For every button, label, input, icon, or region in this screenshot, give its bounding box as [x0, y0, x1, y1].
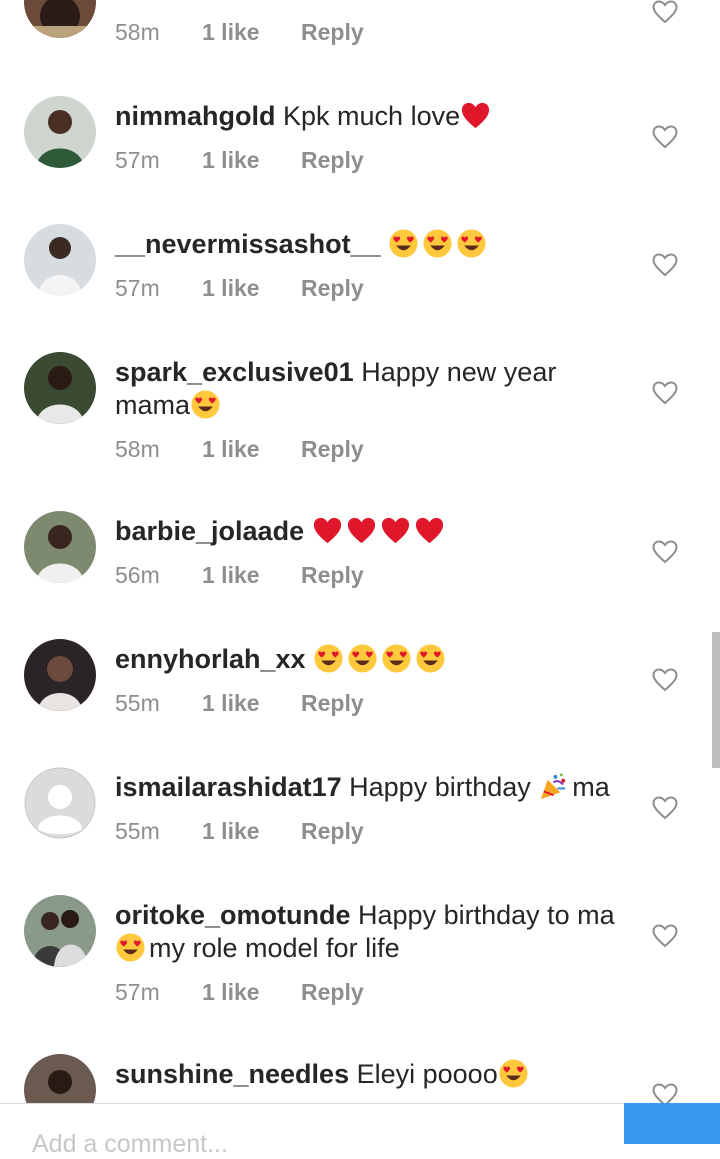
like-heart-icon[interactable]: [652, 796, 678, 820]
like-count[interactable]: 1 like: [202, 818, 301, 845]
like-count[interactable]: 1 like: [202, 690, 301, 717]
comment-text: ennyhorlah_xx: [115, 643, 635, 676]
username[interactable]: ismailarashidat17: [115, 772, 342, 802]
heart-eyes-emoji-icon: [456, 228, 487, 259]
comment-text: barbie_jolaade: [115, 515, 635, 548]
comment-time: 57m: [115, 147, 160, 173]
like-heart-icon[interactable]: [652, 0, 678, 24]
comment-text: __nevermissashot__: [115, 228, 635, 261]
avatar[interactable]: [24, 224, 96, 296]
like-heart-icon[interactable]: [652, 125, 678, 149]
comment-meta: 55m 1 like Reply: [115, 818, 364, 845]
like-count[interactable]: 1 like: [202, 562, 301, 589]
post-button[interactable]: [624, 1103, 720, 1144]
username[interactable]: ennyhorlah_xx: [115, 644, 306, 674]
comment-body: Happy birthday to ma: [358, 900, 615, 930]
heart-eyes-emoji-icon: [381, 643, 412, 674]
comment-body-tail: my role model for life: [149, 933, 400, 963]
like-heart-icon[interactable]: [652, 540, 678, 564]
reply-button[interactable]: Reply: [301, 818, 364, 845]
heart-eyes-emoji-icon: [115, 932, 146, 963]
username[interactable]: sunshine_needles: [115, 1059, 349, 1089]
comment-meta: 56m 1 like Reply: [115, 562, 364, 589]
heart-eyes-emoji-icon: [422, 228, 453, 259]
comment-time: 57m: [115, 979, 160, 1005]
like-count[interactable]: 1 like: [202, 436, 301, 463]
comment-meta: 57m 1 like Reply: [115, 275, 364, 302]
username[interactable]: nimmahgold: [115, 101, 276, 131]
comment-time: 56m: [115, 562, 160, 588]
comment-time: 57m: [115, 275, 160, 301]
heart-eyes-emoji-icon: [190, 389, 221, 420]
comment-meta: 55m 1 like Reply: [115, 690, 364, 717]
like-heart-icon[interactable]: [652, 668, 678, 692]
like-count[interactable]: 1 like: [202, 275, 301, 302]
like-heart-icon[interactable]: [652, 924, 678, 948]
comment-time: 58m: [115, 19, 160, 45]
avatar[interactable]: [24, 352, 96, 424]
heart-eyes-emoji-icon: [415, 643, 446, 674]
avatar[interactable]: [24, 639, 96, 711]
comment-body: Eleyi poooo: [356, 1059, 498, 1089]
comment-text: oritoke_omotunde Happy birthday to ma my…: [115, 899, 635, 965]
comment-text: sunshine_needles Eleyi poooo: [115, 1058, 635, 1091]
heart-eyes-emoji-icon: [347, 643, 378, 674]
comment-body: Happy birthday: [349, 772, 531, 802]
like-count[interactable]: 1 like: [202, 19, 301, 46]
username[interactable]: barbie_jolaade: [115, 516, 304, 546]
comment-time: 58m: [115, 436, 160, 462]
username[interactable]: __nevermissashot__: [115, 229, 381, 259]
reply-button[interactable]: Reply: [301, 147, 364, 174]
reply-button[interactable]: Reply: [301, 979, 364, 1006]
reply-button[interactable]: Reply: [301, 275, 364, 302]
reply-button[interactable]: Reply: [301, 19, 364, 46]
username[interactable]: spark_exclusive01: [115, 357, 354, 387]
comment-text: spark_exclusive01 Happy new year mama: [115, 356, 635, 422]
heart-eyes-emoji-icon: [388, 228, 419, 259]
avatar[interactable]: [24, 0, 96, 38]
comment-meta: 57m 1 like Reply: [115, 979, 364, 1006]
scrollbar[interactable]: [712, 632, 720, 768]
comment-meta: 58m 1 like Reply: [115, 436, 364, 463]
reply-button[interactable]: Reply: [301, 690, 364, 717]
red-heart-icon: [460, 100, 491, 131]
avatar[interactable]: [24, 895, 96, 967]
comment-time: 55m: [115, 818, 160, 844]
comment-body-tail: ma: [572, 772, 610, 802]
red-heart-icon: [380, 515, 411, 546]
like-count[interactable]: 1 like: [202, 147, 301, 174]
comment-input[interactable]: Add a comment...: [32, 1130, 228, 1159]
avatar[interactable]: [24, 96, 96, 168]
like-count[interactable]: 1 like: [202, 979, 301, 1006]
avatar[interactable]: [24, 511, 96, 583]
like-heart-icon[interactable]: [652, 253, 678, 277]
comment-text: ismailarashidat17 Happy birthday ma: [115, 771, 635, 804]
reply-button[interactable]: Reply: [301, 562, 364, 589]
comment-text: nimmahgold Kpk much love: [115, 100, 635, 133]
like-heart-icon[interactable]: [652, 381, 678, 405]
red-heart-icon: [312, 515, 343, 546]
comment-body: Kpk much love: [283, 101, 461, 131]
username[interactable]: oritoke_omotunde: [115, 900, 351, 930]
reply-button[interactable]: Reply: [301, 436, 364, 463]
heart-eyes-emoji-icon: [498, 1058, 529, 1089]
red-heart-icon: [414, 515, 445, 546]
party-popper-icon: [538, 771, 569, 802]
comment-composer[interactable]: Add a comment...: [0, 1103, 720, 1158]
comment-meta: 57m 1 like Reply: [115, 147, 364, 174]
avatar[interactable]: [24, 767, 96, 839]
comment-meta: 58m 1 like Reply: [115, 19, 364, 46]
red-heart-icon: [346, 515, 377, 546]
heart-eyes-emoji-icon: [313, 643, 344, 674]
comment-time: 55m: [115, 690, 160, 716]
